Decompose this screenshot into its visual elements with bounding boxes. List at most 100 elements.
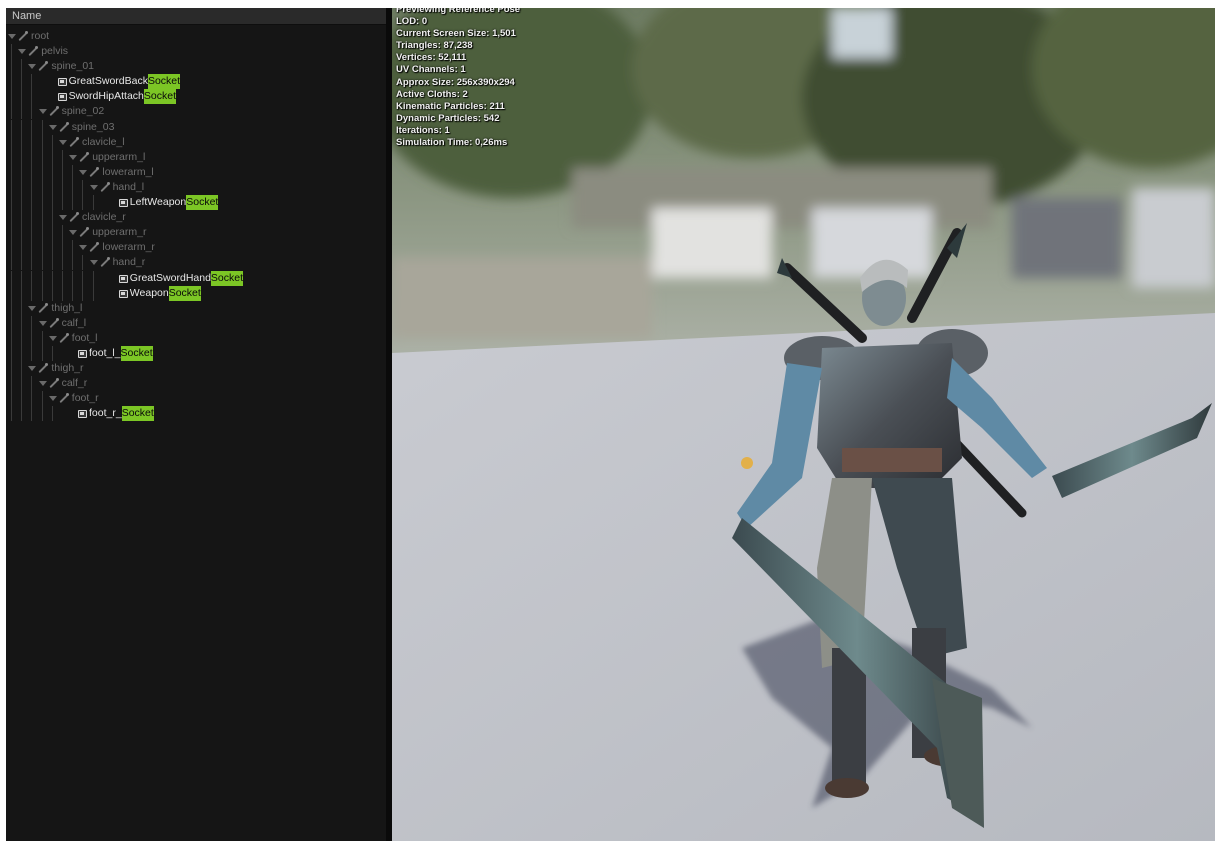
bone-row[interactable]: foot_l xyxy=(6,330,386,346)
expand-arrow-icon[interactable] xyxy=(28,59,37,74)
expand-arrow-icon[interactable] xyxy=(59,210,67,225)
tree-guide-line xyxy=(11,195,12,211)
bone-name: spine_01 xyxy=(51,60,95,73)
tree-guide-line xyxy=(21,406,23,422)
expand-arrow-icon[interactable] xyxy=(38,376,47,391)
bone-row[interactable]: spine_01 xyxy=(6,59,386,75)
tree-guide-line xyxy=(51,195,53,211)
bone-name: upperarm_l xyxy=(92,150,146,163)
expand-arrow-icon[interactable] xyxy=(38,104,47,119)
bone-row[interactable]: upperarm_l xyxy=(6,149,386,165)
expand-arrow-icon[interactable] xyxy=(69,225,78,240)
expand-arrow-icon[interactable] xyxy=(79,240,88,255)
tree-guide-line xyxy=(82,195,84,211)
bone-name: calf_l xyxy=(61,316,87,329)
socket-name: GreatSwordHand xyxy=(129,271,211,284)
tree-guide-line xyxy=(41,225,43,241)
bone-icon xyxy=(48,316,60,331)
socket-row[interactable]: LeftWeapon Socket xyxy=(6,195,386,211)
bone-name: calf_r xyxy=(61,377,88,390)
bone-row[interactable]: root xyxy=(6,29,386,44)
stat-line: Simulation Time: 0,26ms xyxy=(396,137,508,149)
tree-guide-line xyxy=(41,391,43,407)
tree-guide-line xyxy=(72,179,74,195)
tree-guide-line xyxy=(41,119,43,135)
tree-guide-line xyxy=(11,345,12,361)
tree-guide-line xyxy=(62,270,63,286)
bone-row[interactable]: lowerarm_r xyxy=(6,240,386,256)
expand-arrow-icon[interactable] xyxy=(48,331,57,346)
tree-guide-line xyxy=(82,255,84,271)
bone-row[interactable]: hand_l xyxy=(6,179,386,195)
socket-row[interactable]: GreatSwordBack Socket xyxy=(6,74,386,90)
tree-guide-line xyxy=(11,210,12,226)
tree-guide-line xyxy=(31,179,33,195)
bone-icon xyxy=(78,150,90,165)
expand-arrow-icon[interactable] xyxy=(48,391,57,406)
expand-arrow-icon[interactable] xyxy=(38,316,47,331)
expand-arrow-icon[interactable] xyxy=(69,150,78,165)
bone-row[interactable]: thigh_r xyxy=(6,361,386,377)
bone-row[interactable]: thigh_l xyxy=(6,300,386,316)
tree-guide-line xyxy=(21,89,23,105)
bone-row[interactable]: upperarm_r xyxy=(6,225,386,241)
bone-row[interactable]: foot_r xyxy=(6,391,386,407)
bone-row[interactable]: spine_02 xyxy=(6,104,386,120)
bone-icon xyxy=(48,376,60,391)
tree-guide-line xyxy=(21,270,23,286)
bone-row[interactable]: hand_r xyxy=(6,255,386,271)
expand-arrow-icon[interactable] xyxy=(18,44,27,59)
socket-row[interactable]: SwordHipAttach Socket xyxy=(6,89,386,105)
tree-guide-line xyxy=(21,315,23,331)
tree-row-content: foot_r_ Socket xyxy=(59,406,154,422)
bone-row[interactable]: pelvis xyxy=(6,44,386,60)
search-highlight: Socket xyxy=(168,285,201,301)
bone-icon xyxy=(78,225,90,240)
expand-arrow-icon[interactable] xyxy=(28,301,37,316)
tree-guide-line xyxy=(31,134,33,150)
socket-icon xyxy=(118,195,128,210)
tree-guide-line xyxy=(41,255,43,271)
tree-guide-line xyxy=(11,255,12,271)
tree-guide-line xyxy=(51,270,53,286)
expand-arrow-icon[interactable] xyxy=(48,120,57,135)
bone-row[interactable]: calf_l xyxy=(6,315,386,331)
tree-column-header[interactable]: Name xyxy=(6,8,386,25)
tree-guide-line xyxy=(21,391,23,407)
tree-guide-line xyxy=(31,391,33,407)
tree-guide-line xyxy=(11,406,12,422)
tree-row-content: calf_r xyxy=(38,376,88,391)
expand-arrow-icon[interactable] xyxy=(79,165,88,180)
expand-arrow-icon[interactable] xyxy=(28,361,37,376)
bone-row[interactable]: lowerarm_l xyxy=(6,164,386,180)
bone-row[interactable]: clavicle_r xyxy=(6,210,386,226)
socket-row[interactable]: foot_l_ Socket xyxy=(6,345,386,361)
bone-row[interactable]: clavicle_l xyxy=(6,134,386,150)
expand-arrow-icon[interactable] xyxy=(8,29,16,44)
search-highlight: Socket xyxy=(147,74,181,90)
bone-row[interactable]: spine_03 xyxy=(6,119,386,135)
expand-arrow-icon[interactable] xyxy=(89,180,98,195)
preview-viewport[interactable]: Previewing Reference Pose LOD: 0 Current S… xyxy=(392,8,1215,841)
socket-icon xyxy=(57,89,67,104)
search-highlight: Socket xyxy=(120,345,153,361)
socket-row[interactable]: foot_r_ Socket xyxy=(6,406,386,422)
tree-row-content: pelvis xyxy=(18,44,68,59)
expand-arrow-icon[interactable] xyxy=(59,135,67,150)
bone-name: thigh_r xyxy=(51,362,84,375)
socket-row[interactable]: Weapon Socket xyxy=(6,285,386,301)
tree-guide-line xyxy=(51,164,53,180)
tree-guide-line xyxy=(62,195,63,211)
bone-name: upperarm_r xyxy=(92,226,147,239)
search-highlight: Socket xyxy=(186,195,219,211)
tree-guide-line xyxy=(41,406,43,422)
bone-name: foot_l xyxy=(71,331,98,344)
bone-icon xyxy=(58,331,70,346)
socket-row[interactable]: GreatSwordHand Socket xyxy=(6,270,386,286)
tree-guide-line xyxy=(51,210,53,226)
tree-row-content: hand_r xyxy=(89,255,145,270)
tree-guide-line xyxy=(31,225,33,241)
bone-row[interactable]: calf_r xyxy=(6,376,386,392)
expand-arrow-icon[interactable] xyxy=(89,255,98,270)
bone-name: pelvis xyxy=(41,45,69,58)
